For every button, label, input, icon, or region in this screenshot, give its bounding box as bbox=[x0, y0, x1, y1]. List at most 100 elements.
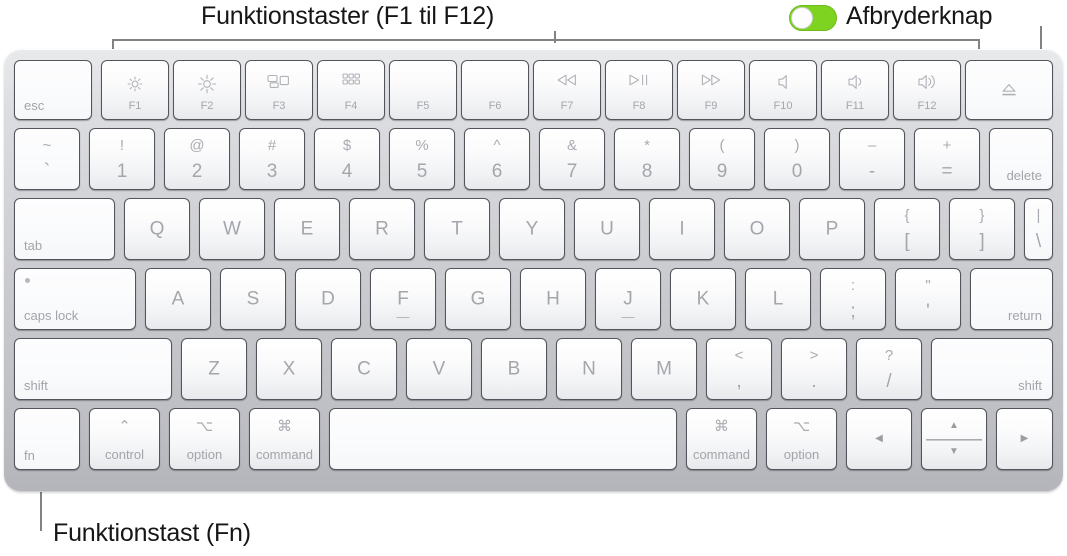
key-q[interactable]: Q bbox=[124, 198, 190, 260]
key-f6[interactable]: F6 bbox=[461, 60, 529, 120]
key-f11[interactable]: F11 bbox=[821, 60, 889, 120]
key-label-y: Y bbox=[525, 218, 539, 240]
fast-forward-icon bbox=[678, 73, 744, 87]
key-i[interactable]: I bbox=[649, 198, 715, 260]
key-label-semicolon-upper: : bbox=[850, 277, 856, 294]
key-command-right[interactable]: ⌘ command bbox=[686, 408, 757, 470]
key-f8[interactable]: F8 bbox=[605, 60, 673, 120]
key-l[interactable]: L bbox=[745, 268, 811, 330]
key-f2[interactable]: F2 bbox=[173, 60, 241, 120]
key-return[interactable]: return bbox=[970, 268, 1053, 330]
key-seven[interactable]: & 7 bbox=[539, 128, 605, 190]
key-eight[interactable]: * 8 bbox=[614, 128, 680, 190]
key-n[interactable]: N bbox=[556, 338, 622, 400]
key-arrow-updown[interactable]: ▲ ▼ bbox=[921, 408, 987, 470]
key-esc[interactable]: esc bbox=[14, 60, 92, 120]
key-control[interactable]: ⌃ control bbox=[89, 408, 160, 470]
key-two[interactable]: @2 bbox=[164, 128, 230, 190]
key-grave[interactable]: ~ ` bbox=[14, 128, 80, 190]
key-label-u: U bbox=[600, 218, 614, 240]
key-f4[interactable]: F4 bbox=[317, 60, 385, 120]
key-f7[interactable]: F7 bbox=[533, 60, 601, 120]
key-zero[interactable]: ) 0 bbox=[764, 128, 830, 190]
key-f3[interactable]: F3 bbox=[245, 60, 313, 120]
key-quote[interactable]: " ' bbox=[895, 268, 961, 330]
key-five[interactable]: % 5 bbox=[389, 128, 455, 190]
key-eject[interactable] bbox=[965, 60, 1053, 120]
key-comma[interactable]: <, bbox=[706, 338, 772, 400]
key-label-f12: F12 bbox=[917, 100, 937, 112]
key-bracketleft[interactable]: {[ bbox=[874, 198, 940, 260]
key-z[interactable]: Z bbox=[181, 338, 247, 400]
key-e[interactable]: E bbox=[274, 198, 340, 260]
key-option-right[interactable]: ⌥ option bbox=[766, 408, 837, 470]
key-slash[interactable]: ? / bbox=[856, 338, 922, 400]
key-command-left[interactable]: ⌘ command bbox=[249, 408, 320, 470]
key-minus[interactable]: – - bbox=[839, 128, 905, 190]
key-label-five-upper: % bbox=[415, 137, 429, 154]
key-f9[interactable]: F9 bbox=[677, 60, 745, 120]
key-shift-right[interactable]: shift bbox=[931, 338, 1053, 400]
key-six[interactable]: ^ 6 bbox=[464, 128, 530, 190]
key-v[interactable]: V bbox=[406, 338, 472, 400]
key-f1[interactable]: F1 bbox=[101, 60, 169, 120]
key-label-f1: F1 bbox=[128, 100, 142, 112]
key-s[interactable]: S bbox=[220, 268, 286, 330]
key-g[interactable]: G bbox=[445, 268, 511, 330]
key-m[interactable]: M bbox=[631, 338, 697, 400]
key-label-f5: F5 bbox=[416, 100, 430, 112]
key-a[interactable]: A bbox=[145, 268, 211, 330]
key-u[interactable]: U bbox=[574, 198, 640, 260]
key-shift-left[interactable]: shift bbox=[14, 338, 172, 400]
key-backslash[interactable]: | \ bbox=[1024, 198, 1053, 260]
key-label-n: N bbox=[582, 358, 596, 380]
key-equal[interactable]: + = bbox=[914, 128, 980, 190]
key-space[interactable] bbox=[329, 408, 677, 470]
key-f12[interactable]: F12 bbox=[893, 60, 961, 120]
key-h[interactable]: H bbox=[520, 268, 586, 330]
key-f[interactable]: F bbox=[370, 268, 436, 330]
key-label-p: P bbox=[825, 218, 839, 240]
key-label-zero-lower: 0 bbox=[791, 161, 803, 182]
key-bracketright[interactable]: }] bbox=[949, 198, 1015, 260]
key-y[interactable]: Y bbox=[499, 198, 565, 260]
key-label-f: F bbox=[397, 288, 409, 310]
key-period[interactable]: >. bbox=[781, 338, 847, 400]
key-one[interactable]: ! 1 bbox=[89, 128, 155, 190]
key-k[interactable]: K bbox=[670, 268, 736, 330]
key-four[interactable]: $4 bbox=[314, 128, 380, 190]
key-label-quote-upper: " bbox=[925, 277, 931, 294]
key-c[interactable]: C bbox=[331, 338, 397, 400]
key-three[interactable]: #3 bbox=[239, 128, 305, 190]
key-j[interactable]: J bbox=[595, 268, 661, 330]
key-label-e: E bbox=[300, 218, 314, 240]
key-t[interactable]: T bbox=[424, 198, 490, 260]
key-d[interactable]: D bbox=[295, 268, 361, 330]
key-label-b: B bbox=[507, 358, 521, 380]
key-label-period-lower: . bbox=[811, 371, 817, 392]
key-w[interactable]: W bbox=[199, 198, 265, 260]
key-arrow-right[interactable]: ▶ bbox=[996, 408, 1053, 470]
key-fn[interactable]: fn bbox=[14, 408, 80, 470]
key-r[interactable]: R bbox=[349, 198, 415, 260]
brightness-down-icon bbox=[102, 73, 168, 95]
key-label-one-lower: 1 bbox=[116, 161, 128, 182]
key-tab[interactable]: tab bbox=[14, 198, 115, 260]
key-label-c: C bbox=[357, 358, 371, 380]
key-f10[interactable]: F10 bbox=[749, 60, 817, 120]
key-delete[interactable]: delete bbox=[989, 128, 1053, 190]
key-nine[interactable]: (9 bbox=[689, 128, 755, 190]
key-semicolon[interactable]: :; bbox=[820, 268, 886, 330]
key-p[interactable]: P bbox=[799, 198, 865, 260]
key-label-i: I bbox=[679, 218, 685, 240]
key-b[interactable]: B bbox=[481, 338, 547, 400]
key-x[interactable]: X bbox=[256, 338, 322, 400]
key-option-left[interactable]: ⌥ option bbox=[169, 408, 240, 470]
key-f5[interactable]: F5 bbox=[389, 60, 457, 120]
key-capslock[interactable]: caps lock bbox=[14, 268, 136, 330]
key-label-f6: F6 bbox=[488, 100, 502, 112]
key-arrow-left[interactable]: ◀ bbox=[846, 408, 912, 470]
key-label-shift-right: shift bbox=[1018, 378, 1042, 393]
volume-up-icon bbox=[894, 73, 960, 91]
key-o[interactable]: O bbox=[724, 198, 790, 260]
